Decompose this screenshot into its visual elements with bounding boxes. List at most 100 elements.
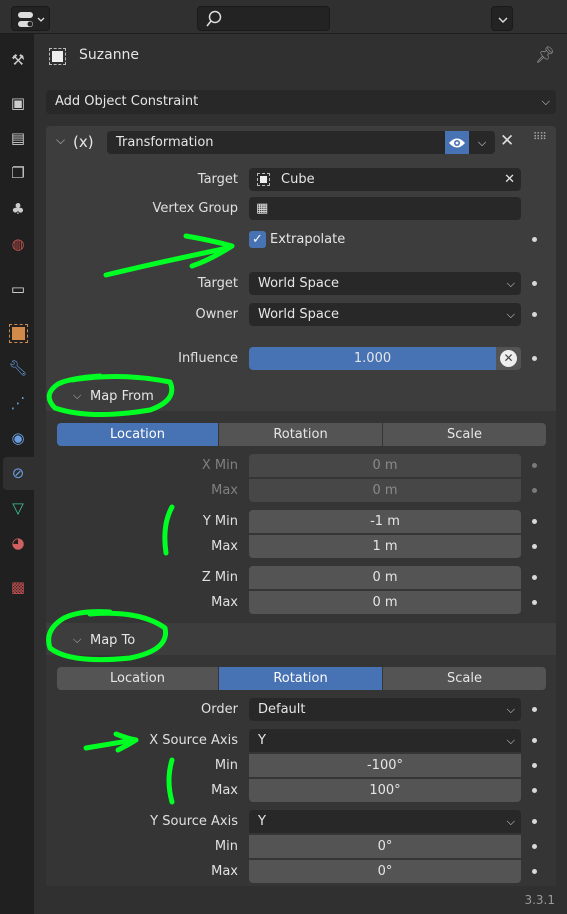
y-source-axis-dropdown[interactable]: Y ⌵ [249, 810, 521, 833]
constraint-tab-active[interactable]: ⊘ [3, 457, 34, 490]
material-icon[interactable]: ◕ [7, 532, 29, 554]
close-icon[interactable]: ✕ [500, 131, 514, 151]
map-from-header[interactable]: ⌵ Map From [46, 383, 556, 411]
y-to-max-label: Max [211, 864, 238, 879]
y-source-axis-label: Y Source Axis [150, 814, 238, 829]
map-to-tab-scale[interactable]: Scale [383, 667, 546, 690]
physics-icon[interactable]: ◉ [7, 427, 29, 449]
search-input[interactable] [197, 6, 330, 31]
y-to-max-field[interactable]: 0° [249, 860, 521, 883]
x-to-max-label: Max [211, 783, 238, 798]
map-from-title: Map From [90, 389, 154, 404]
output-icon[interactable]: ▤ [7, 127, 29, 149]
render-icon[interactable]: ▣ [7, 92, 29, 114]
map-from-tab-scale[interactable]: Scale [383, 423, 546, 446]
vertex-group-field[interactable]: ▦ [249, 197, 521, 220]
extrapolate-label[interactable]: Extrapolate [270, 231, 345, 248]
constraint-type-icon: (x) [73, 133, 94, 151]
keyframe-dot[interactable] [532, 600, 537, 605]
z-max-label: Max [211, 595, 238, 610]
target-space-label: Target [197, 276, 238, 291]
target-field[interactable]: Cube ✕ [249, 168, 521, 191]
y-min-label: Y Min [202, 514, 238, 529]
map-to-tab-rotation[interactable]: Rotation [219, 667, 382, 690]
world-icon[interactable]: ◍ [7, 233, 29, 255]
keyframe-dot[interactable] [532, 544, 537, 549]
map-to-title: Map To [90, 633, 136, 648]
keyframe-dot[interactable] [532, 763, 537, 768]
x-to-min-field[interactable]: -100° [249, 754, 521, 777]
drag-handle-icon[interactable]: ⠿⠿ [533, 132, 547, 143]
search-field[interactable] [226, 9, 326, 28]
y-max-field[interactable]: 1 m [249, 535, 521, 558]
x-source-axis-value: Y [258, 733, 266, 748]
keyframe-dot[interactable] [532, 869, 537, 874]
keyframe-dot[interactable] [532, 844, 537, 849]
keyframe-dot[interactable] [532, 788, 537, 793]
map-to-tab-location[interactable]: Location [57, 667, 218, 690]
version-label: 3.3.1 [524, 893, 555, 907]
clear-icon[interactable]: ✕ [504, 168, 515, 191]
keyframe-dot[interactable] [532, 707, 537, 712]
map-from-tab-location[interactable]: Location [57, 423, 218, 446]
keyframe-dot[interactable] [532, 237, 537, 242]
eye-icon [449, 138, 465, 147]
keyframe-dot[interactable] [532, 488, 537, 493]
keyframe-dot[interactable] [532, 312, 537, 317]
x-to-min-label: Min [214, 758, 238, 773]
object-icon[interactable] [7, 322, 29, 344]
order-dropdown[interactable]: Default ⌵ [249, 698, 521, 721]
wrench-icon[interactable]: 🔧︎ [7, 357, 29, 379]
texture-icon[interactable]: ▩ [7, 576, 29, 598]
add-constraint-label: Add Object Constraint [55, 94, 199, 109]
collection-icon[interactable]: ▭ [7, 278, 29, 300]
object-name: Suzanne [79, 47, 140, 63]
z-min-label: Z Min [201, 570, 238, 585]
y-min-field[interactable]: -1 m [249, 510, 521, 533]
collapse-chevron-icon[interactable]: ⌵ [56, 133, 65, 148]
scene-icon[interactable]: ♣ [7, 198, 29, 220]
extrapolate-checkbox[interactable]: ✓ [249, 231, 266, 248]
owner-space-dropdown[interactable]: World Space ⌵ [249, 303, 521, 326]
z-min-field[interactable]: 0 m [249, 566, 521, 589]
influence-slider[interactable]: 1.000 [249, 347, 496, 370]
particles-icon[interactable]: ⋰ [7, 392, 29, 414]
x-min-field[interactable]: 0 m [249, 454, 521, 477]
target-space-dropdown[interactable]: World Space ⌵ [249, 272, 521, 295]
x-max-field[interactable]: 0 m [249, 479, 521, 502]
editor-type-button[interactable] [11, 6, 50, 31]
keyframe-dot[interactable] [532, 738, 537, 743]
order-value: Default [258, 702, 306, 717]
disable-keep-influence-button[interactable]: ✕ [496, 347, 521, 370]
tool-icon[interactable]: ⚒ [7, 49, 29, 71]
properties-editor-icon [18, 12, 45, 27]
x-source-axis-dropdown[interactable]: Y ⌵ [249, 729, 521, 752]
options-dropdown-button[interactable] [491, 6, 513, 31]
keyframe-dot[interactable] [532, 281, 537, 286]
keyframe-dot[interactable] [532, 356, 537, 361]
chevron-down-icon: ⌵ [506, 734, 515, 747]
pin-icon[interactable]: 📌︎ [535, 45, 555, 64]
chevron-down-icon: ⌵ [506, 277, 515, 290]
view-layer-icon[interactable]: ❐ [7, 162, 29, 184]
chevron-down-icon: ⌵ [73, 389, 82, 402]
map-to-header[interactable]: ⌵ Map To [46, 627, 556, 655]
y-to-min-field[interactable]: 0° [249, 835, 521, 858]
add-constraint-dropdown[interactable]: Add Object Constraint ⌵ [46, 90, 556, 114]
keyframe-dot[interactable] [532, 519, 537, 524]
chevron-down-icon: ⌵ [506, 815, 515, 828]
map-from-tab-rotation[interactable]: Rotation [219, 423, 382, 446]
x-circle-icon: ✕ [500, 350, 517, 367]
y-to-min-label: Min [214, 839, 238, 854]
constraint-name-field[interactable]: Transformation [107, 131, 445, 154]
object-icon [257, 173, 270, 186]
visibility-toggle[interactable] [445, 131, 469, 154]
mesh-data-icon[interactable]: ▽ [7, 497, 29, 519]
z-max-field[interactable]: 0 m [249, 591, 521, 614]
x-to-max-field[interactable]: 100° [249, 779, 521, 802]
constraint-menu-button[interactable]: ⌵ [469, 131, 495, 154]
keyframe-dot[interactable] [532, 819, 537, 824]
keyframe-dot[interactable] [532, 575, 537, 580]
keyframe-dot[interactable] [532, 463, 537, 468]
x-max-label: Max [211, 483, 238, 498]
